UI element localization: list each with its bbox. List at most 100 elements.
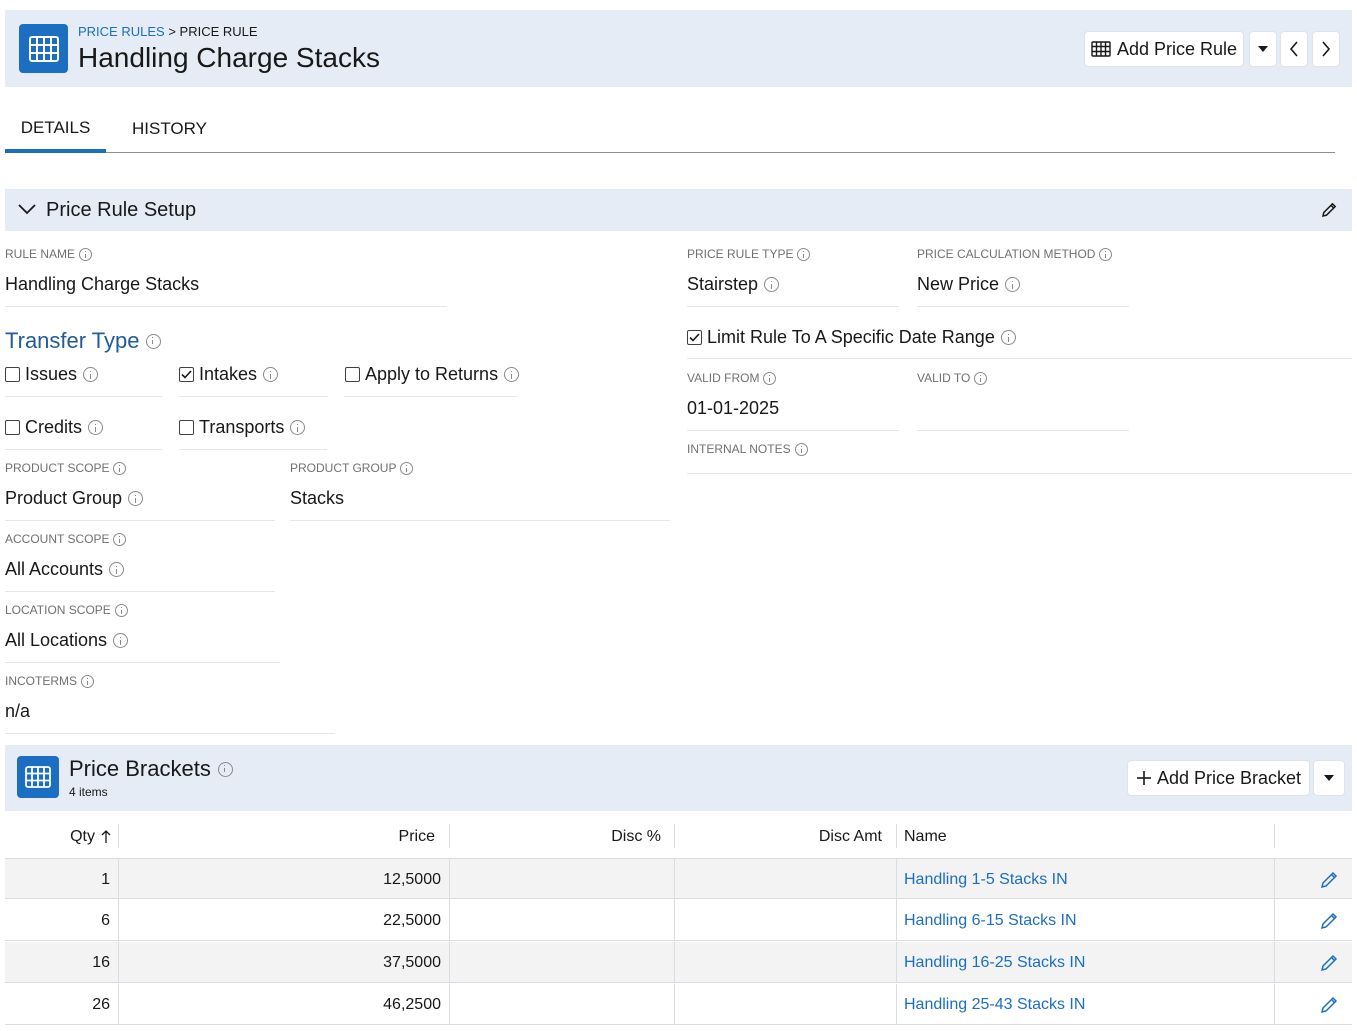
rule-name-value: Handling Charge Stacks	[5, 273, 200, 294]
add-price-bracket-button[interactable]: Add Price Bracket	[1127, 760, 1310, 796]
info-icon[interactable]	[504, 366, 520, 382]
info-icon[interactable]	[128, 490, 144, 506]
table-row[interactable]: 6 22,5000 Handling 6-15 Stacks IN	[5, 900, 1352, 941]
info-icon[interactable]	[145, 333, 161, 349]
product-scope-label: PRODUCT SCOPE	[5, 461, 127, 475]
column-header-qty[interactable]: Qty	[5, 816, 95, 858]
more-actions-dropdown-button[interactable]	[1249, 31, 1277, 67]
checkbox-apply-to-returns[interactable]: Apply to Returns	[345, 362, 520, 386]
divider	[687, 306, 899, 307]
column-header-name[interactable]: Name	[904, 816, 1204, 858]
caret-down-icon	[1324, 775, 1334, 781]
info-icon[interactable]	[1005, 276, 1021, 292]
info-icon[interactable]	[79, 247, 93, 261]
divider	[5, 449, 162, 450]
edit-pencil-icon[interactable]	[1320, 995, 1339, 1014]
checkmark-icon	[689, 332, 700, 342]
disc-amt-cell	[675, 859, 887, 900]
add-price-rule-button[interactable]: Add Price Rule	[1084, 31, 1244, 67]
product-group-label: PRODUCT GROUP	[290, 461, 414, 475]
info-icon[interactable]	[88, 419, 104, 435]
info-icon[interactable]	[114, 603, 128, 617]
divider	[917, 430, 1129, 431]
table-row[interactable]: 26 46,2500 Handling 25-43 Stacks IN	[5, 984, 1352, 1025]
disc-amt-cell	[675, 942, 887, 983]
checkbox-box[interactable]	[179, 419, 194, 435]
price-rule-type-value: Stairstep	[687, 272, 780, 296]
edit-pencil-icon[interactable]	[1320, 953, 1339, 972]
info-icon[interactable]	[109, 561, 125, 577]
product-scope-value: Product Group	[5, 486, 144, 510]
bracket-name-link[interactable]: Handling 1-5 Stacks IN	[904, 859, 1264, 900]
checkbox-box[interactable]	[345, 366, 360, 382]
info-icon[interactable]	[113, 632, 129, 648]
table-row[interactable]: 1 12,5000 Handling 1-5 Stacks IN	[5, 858, 1352, 900]
bracket-name-link[interactable]: Handling 16-25 Stacks IN	[904, 942, 1264, 983]
column-separator	[1274, 824, 1275, 848]
price-calculation-method-value: New Price	[917, 272, 1021, 296]
checkbox-box[interactable]	[5, 419, 20, 435]
divider	[687, 473, 1352, 474]
sort-ascending-icon[interactable]	[101, 830, 111, 844]
divider	[5, 733, 335, 734]
rule-name-label: RULE NAME	[5, 247, 93, 261]
item-count: 4 items	[69, 785, 108, 799]
divider	[179, 396, 327, 397]
brackets-actions-dropdown-button[interactable]	[1313, 760, 1345, 796]
divider	[5, 591, 275, 592]
breadcrumb-separator: >	[168, 24, 176, 39]
table-row[interactable]: 16 37,5000 Handling 16-25 Stacks IN	[5, 942, 1352, 983]
column-header-disc-pct[interactable]: Disc %	[450, 816, 661, 858]
info-icon[interactable]	[81, 674, 94, 688]
info-icon[interactable]	[113, 461, 127, 475]
info-icon[interactable]	[263, 366, 279, 382]
disc-pct-cell	[450, 900, 666, 941]
pencil-icon[interactable]	[1321, 201, 1338, 218]
edit-pencil-icon[interactable]	[1320, 911, 1339, 930]
checkbox-transports[interactable]: Transports	[179, 415, 306, 439]
account-scope-label: ACCOUNT SCOPE	[5, 532, 127, 546]
column-header-disc-amt[interactable]: Disc Amt	[675, 816, 882, 858]
breadcrumb: PRICE RULES > PRICE RULE	[78, 24, 258, 39]
info-icon[interactable]	[764, 276, 780, 292]
section-title: Price Rule Setup	[46, 199, 197, 221]
caret-down-icon	[1258, 46, 1268, 52]
checkbox-intakes[interactable]: Intakes	[179, 362, 279, 386]
plus-icon	[1136, 771, 1151, 785]
info-icon[interactable]	[83, 366, 99, 382]
info-icon[interactable]	[794, 442, 808, 456]
info-icon[interactable]	[763, 371, 777, 385]
tab-bar: DETAILS HISTORY	[5, 106, 1335, 153]
price-rule-type-label: PRICE RULE TYPE	[687, 247, 811, 261]
qty-cell: 26	[92, 995, 110, 1013]
chevron-right-icon	[1322, 41, 1331, 57]
checkbox-box-checked[interactable]	[179, 366, 194, 382]
info-icon[interactable]	[797, 247, 811, 261]
location-scope-value: All Locations	[5, 628, 129, 652]
next-record-button[interactable]	[1312, 31, 1340, 67]
edit-pencil-icon[interactable]	[1320, 870, 1339, 889]
checkbox-limit-date-range[interactable]: Limit Rule To A Specific Date Range	[687, 325, 1016, 349]
info-icon[interactable]	[113, 532, 127, 546]
breadcrumb-price-rules-link[interactable]: PRICE RULES	[78, 24, 165, 39]
tab-history[interactable]: HISTORY	[117, 106, 222, 152]
incoterms-label: INCOTERMS	[5, 674, 94, 688]
info-icon[interactable]	[1000, 329, 1016, 345]
info-icon[interactable]	[400, 461, 414, 475]
tab-details[interactable]: DETAILS	[5, 106, 106, 153]
info-icon[interactable]	[217, 761, 233, 777]
add-price-bracket-label: Add Price Bracket	[1156, 767, 1302, 788]
column-header-price[interactable]: Price	[119, 816, 435, 858]
info-icon[interactable]	[1099, 247, 1113, 261]
previous-record-button[interactable]	[1280, 31, 1308, 67]
checkbox-credits[interactable]: Credits	[5, 415, 104, 439]
info-icon[interactable]	[290, 419, 306, 435]
checkbox-box-checked[interactable]	[687, 329, 702, 345]
info-icon[interactable]	[974, 371, 988, 385]
checkbox-box[interactable]	[5, 366, 20, 382]
price-rule-setup-header[interactable]: Price Rule Setup	[5, 189, 1352, 231]
bracket-name-link[interactable]: Handling 25-43 Stacks IN	[904, 984, 1264, 1025]
qty-cell: 16	[92, 953, 110, 971]
bracket-name-link[interactable]: Handling 6-15 Stacks IN	[904, 900, 1264, 941]
checkbox-issues[interactable]: Issues	[5, 362, 99, 386]
